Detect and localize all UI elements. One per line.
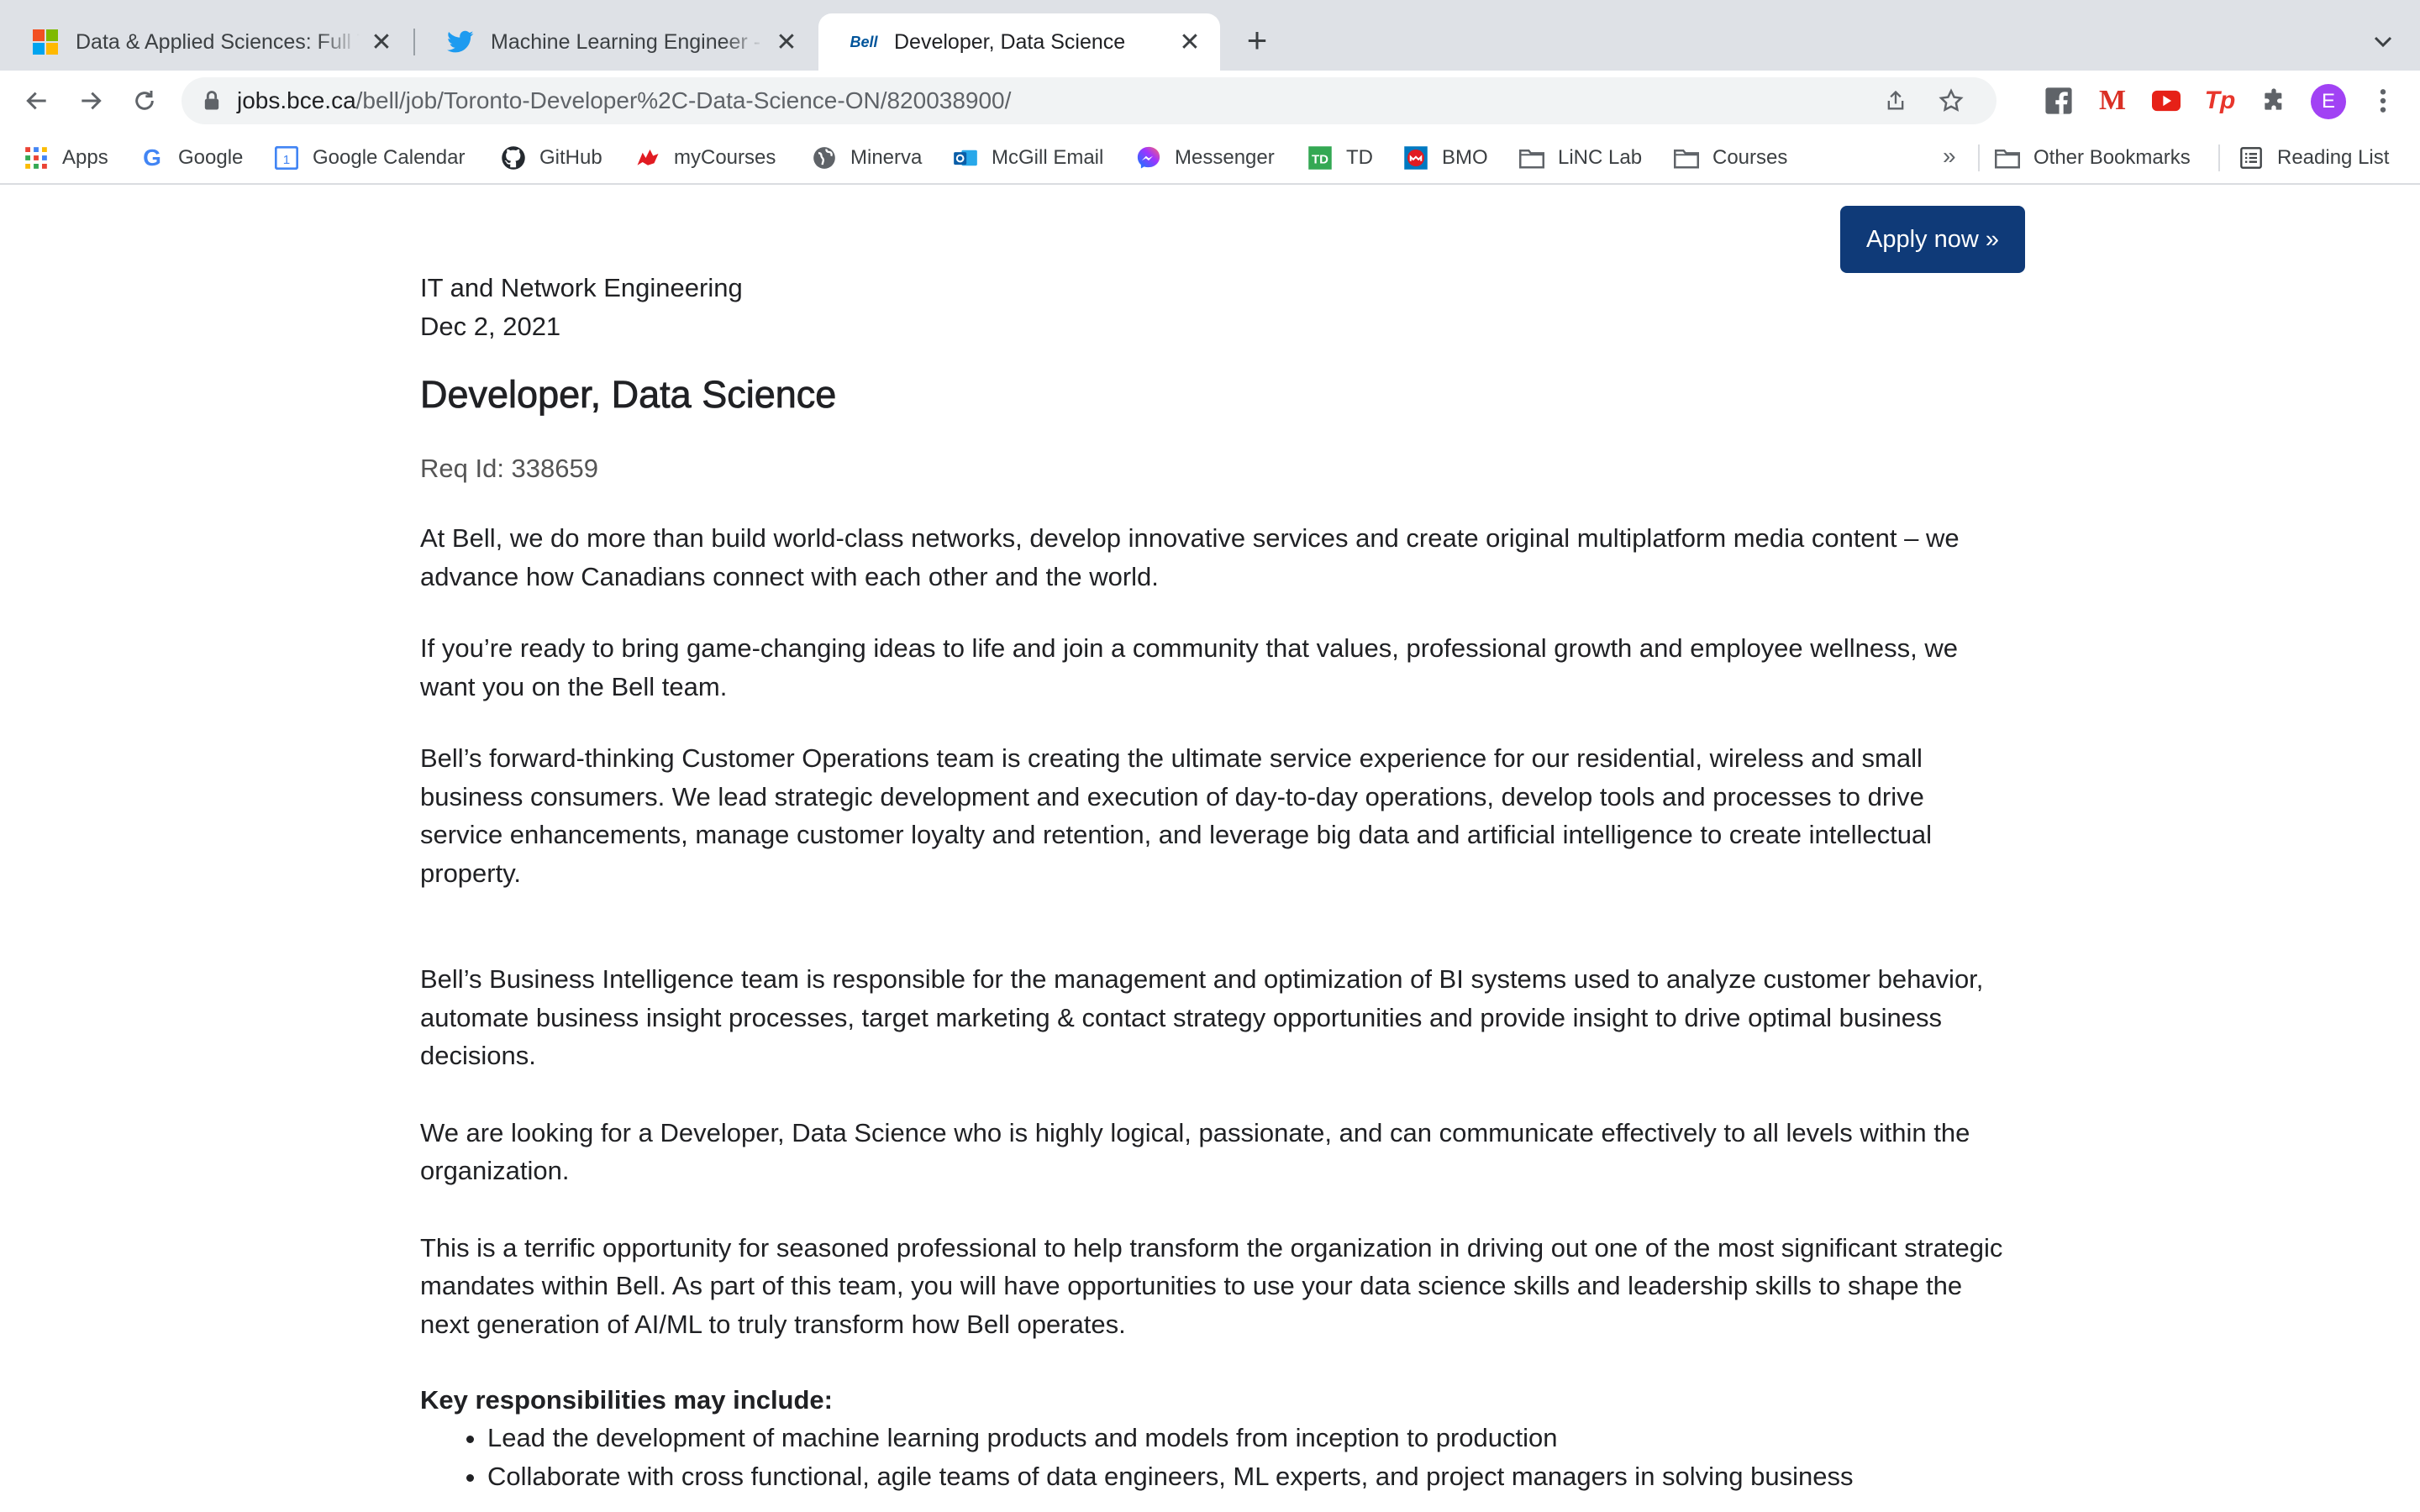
bookmark-label: Messenger	[1175, 146, 1275, 169]
paragraph-business-intelligence: Bell’s Business Intelligence team is res…	[420, 964, 1984, 1070]
responsibilities-heading: Key responsibilities may include:	[420, 1385, 833, 1415]
extensions-puzzle-icon[interactable]	[2259, 86, 2289, 116]
bmo-icon	[1403, 145, 1428, 171]
tab-title: Developer, Data Science	[894, 29, 1126, 54]
tp-extension-icon[interactable]: Tp	[2205, 86, 2236, 116]
job-department: IT and Network Engineering	[420, 273, 743, 302]
globe-icon	[812, 145, 837, 171]
lock-icon	[204, 91, 219, 110]
job-content: IT and Network Engineering Dec 2, 2021 D…	[420, 269, 2008, 1496]
gmail-extension-icon[interactable]: M	[2097, 85, 2128, 116]
star-bookmark-icon[interactable]	[1938, 87, 1965, 114]
new-tab-button[interactable]: +	[1239, 20, 1276, 60]
td-icon: TD	[1307, 145, 1333, 171]
bookmark-label: Minerva	[850, 146, 923, 169]
bookmark-label: LiNC Lab	[1558, 146, 1643, 169]
close-icon[interactable]: ✕	[1176, 29, 1203, 56]
bookmark-label: Other Bookmarks	[2033, 146, 2191, 169]
paragraph-customer-operations: Bell’s forward-thinking Customer Operati…	[420, 743, 1933, 888]
tab-title: Machine Learning Engineer - Undergraduat…	[491, 29, 765, 54]
paragraph-opportunity: This is a terrific opportunity for seaso…	[420, 1232, 2003, 1339]
forward-arrow-icon[interactable]	[72, 82, 109, 119]
job-title: Developer, Data Science	[420, 373, 837, 417]
profile-avatar[interactable]: E	[2311, 84, 2346, 119]
share-icon[interactable]	[1882, 87, 1909, 114]
github-icon	[501, 145, 526, 171]
tab-developer-data-science[interactable]: Bell Developer, Data Science ✕	[818, 13, 1220, 71]
mcgill-icon	[635, 145, 660, 171]
job-req-id: Req Id: 338659	[420, 454, 599, 483]
reading-list-icon	[2238, 145, 2264, 171]
facebook-extension-icon[interactable]	[2044, 86, 2074, 116]
url-text: jobs.bce.ca/bell/job/Toronto-Developer%2…	[237, 87, 1012, 113]
apply-now-button[interactable]: Apply now »	[1840, 206, 2025, 273]
more-menu-icon[interactable]	[2368, 86, 2398, 116]
reload-icon[interactable]	[126, 82, 163, 119]
outlook-icon	[953, 145, 978, 171]
bookmark-mycourses[interactable]: myCourses	[635, 143, 776, 173]
folder-icon	[1519, 145, 1544, 171]
back-arrow-icon[interactable]	[18, 82, 55, 119]
bell-icon: Bell	[850, 33, 878, 50]
tab-strip: Data & Applied Sciences: Full Time Oppor…	[0, 0, 2420, 71]
twitter-icon	[447, 29, 474, 55]
bookmark-mcgill-email[interactable]: McGill Email	[953, 143, 1103, 173]
paragraph-looking-for: We are looking for a Developer, Data Sci…	[420, 1117, 1970, 1186]
tab-search-chevron-icon[interactable]	[2366, 25, 2400, 59]
bookmark-minerva[interactable]: Minerva	[812, 143, 922, 173]
bookmarks-bar: Apps G Google 1 Google Calendar GitHub m…	[0, 131, 2420, 185]
bookmark-label: GitHub	[539, 146, 602, 169]
bookmark-messenger[interactable]: Messenger	[1136, 143, 1275, 173]
svg-text:TD: TD	[1312, 152, 1328, 166]
bookmark-courses[interactable]: Courses	[1674, 143, 1787, 173]
apps-grid-icon	[24, 145, 49, 171]
bookmark-label: Google	[178, 146, 244, 169]
bookmark-label: myCourses	[674, 146, 776, 169]
list-item: Collaborate with cross functional, agile…	[487, 1457, 2008, 1496]
close-icon[interactable]: ✕	[773, 29, 800, 56]
bookmarks-separator	[2218, 144, 2220, 171]
bookmark-label: Courses	[1712, 146, 1788, 169]
bookmark-linc-lab[interactable]: LiNC Lab	[1519, 143, 1642, 173]
bookmark-label: McGill Email	[992, 146, 1104, 169]
bookmark-bmo[interactable]: BMO	[1403, 143, 1488, 173]
calendar-icon: 1	[274, 145, 299, 171]
bookmark-label: BMO	[1442, 146, 1488, 169]
browser-toolbar: jobs.bce.ca/bell/job/Toronto-Developer%2…	[0, 71, 2420, 131]
bookmark-github[interactable]: GitHub	[501, 143, 602, 173]
tab-title: Data & Applied Sciences: Full Time Oppor…	[76, 29, 360, 54]
close-icon[interactable]: ✕	[368, 29, 395, 56]
bookmark-google-calendar[interactable]: 1 Google Calendar	[274, 143, 465, 173]
bookmark-other-bookmarks[interactable]: Other Bookmarks	[1995, 143, 2191, 173]
bookmark-google[interactable]: G Google	[139, 143, 243, 173]
bookmark-label: Google Calendar	[313, 146, 466, 169]
job-date: Dec 2, 2021	[420, 312, 561, 341]
bookmarks-separator	[1978, 144, 1980, 171]
tab-machine-learning-engineer[interactable]: Machine Learning Engineer - Undergraduat…	[415, 13, 817, 71]
bookmark-apps[interactable]: Apps	[24, 143, 108, 173]
responsibilities-list: Lead the development of machine learning…	[420, 1419, 2008, 1496]
tab-data-applied-sciences[interactable]: Data & Applied Sciences: Full Time Oppor…	[0, 13, 412, 71]
reading-list-button[interactable]: Reading List	[2238, 143, 2389, 173]
youtube-extension-icon[interactable]	[2151, 86, 2181, 116]
bookmark-label: TD	[1346, 146, 1373, 169]
svg-text:1: 1	[283, 153, 290, 167]
bookmark-label: Apps	[62, 146, 108, 169]
messenger-icon	[1136, 145, 1161, 171]
address-bar[interactable]: jobs.bce.ca/bell/job/Toronto-Developer%2…	[182, 77, 1996, 124]
job-posting-page: Apply now » IT and Network Engineering D…	[0, 185, 2420, 1512]
list-item: Lead the development of machine learning…	[487, 1419, 2008, 1457]
paragraph-community: If you’re ready to bring game-changing i…	[420, 633, 1959, 701]
folder-icon	[1995, 145, 2020, 171]
google-icon: G	[143, 144, 161, 171]
bookmark-td[interactable]: TD TD	[1307, 143, 1373, 173]
paragraph-intro: At Bell, we do more than build world-cla…	[420, 523, 1960, 591]
microsoft-icon	[32, 29, 59, 55]
bookmarks-overflow-chevron[interactable]: »	[1943, 143, 1956, 170]
folder-icon	[1674, 145, 1699, 171]
reading-list-label: Reading List	[2277, 146, 2390, 169]
